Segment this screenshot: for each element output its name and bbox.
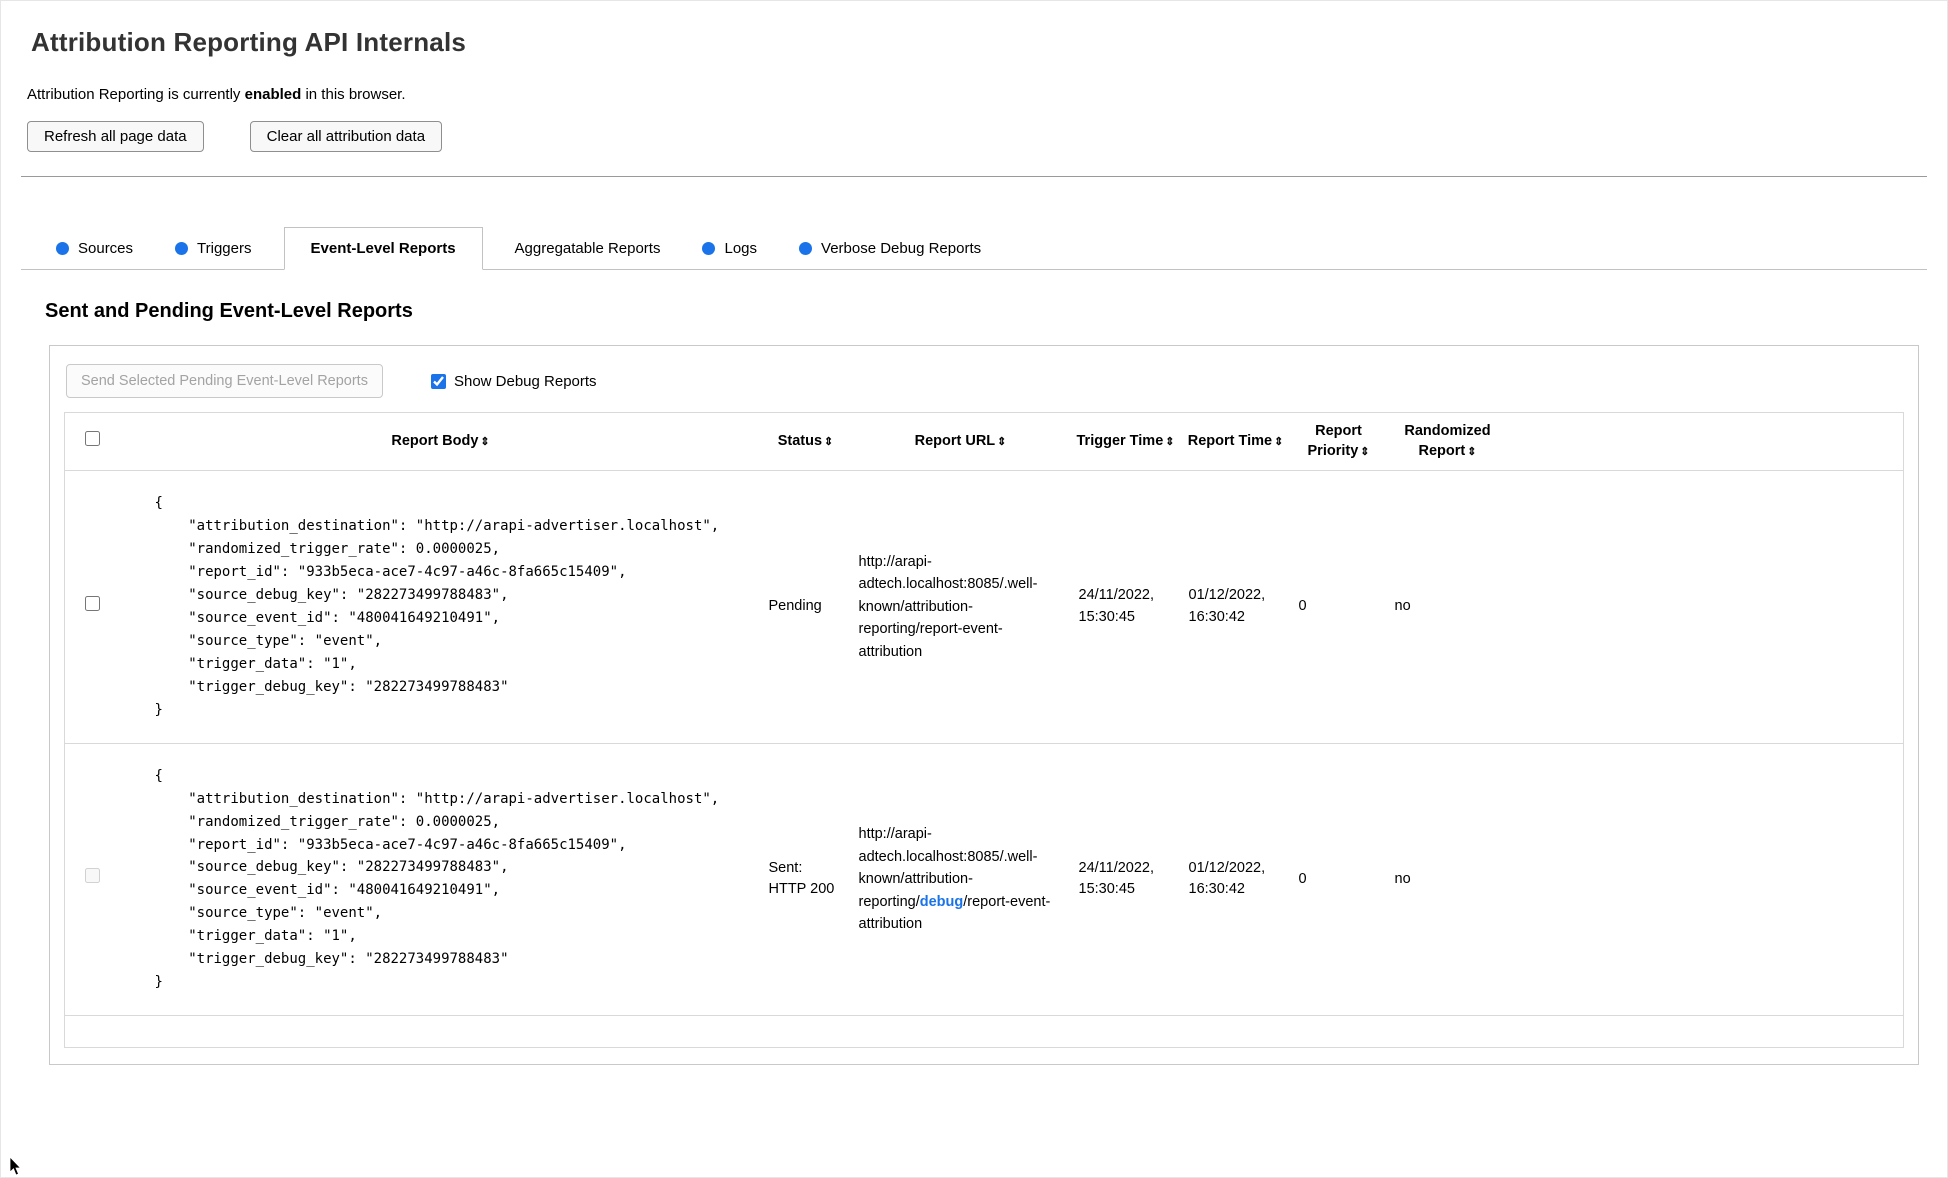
- tab-event-level-reports[interactable]: Event-Level Reports: [283, 227, 483, 270]
- col-header-trigger-time[interactable]: Trigger Time ⇕: [1070, 412, 1181, 472]
- report-url-cell: http://arapi-adtech.localhost:8085/.well…: [858, 826, 1051, 933]
- col-header-report-body[interactable]: Report Body ⇕: [120, 412, 761, 472]
- tab-sources-label: Sources: [78, 239, 134, 257]
- sort-icon: ⇕: [824, 435, 834, 448]
- send-selected-reports-button[interactable]: Send Selected Pending Event-Level Report…: [66, 364, 383, 398]
- report-time-cell: 01/12/2022, 16:30:42: [1188, 587, 1266, 625]
- attribution-internals-page: Attribution Reporting API Internals Attr…: [1, 1, 1947, 1066]
- report-body-cell: { "attribution_destination": "http://ara…: [121, 743, 761, 1016]
- status-prefix: Attribution Reporting is currently: [27, 86, 245, 103]
- feature-status-text: Attribution Reporting is currently enabl…: [27, 86, 1927, 103]
- sort-icon: ⇕: [480, 435, 490, 448]
- tab-sources[interactable]: Sources: [46, 227, 143, 269]
- report-url-cell: http://arapi-adtech.localhost:8085/.well…: [858, 553, 1038, 660]
- sort-icon: ⇕: [1360, 445, 1370, 458]
- tab-logs[interactable]: Logs: [692, 227, 767, 269]
- clear-all-button[interactable]: Clear all attribution data: [249, 121, 443, 152]
- table-footer-row: [65, 1016, 1904, 1048]
- row-select-checkbox[interactable]: [85, 595, 101, 611]
- status-enabled: enabled: [244, 86, 302, 103]
- table-footer-spacer: [65, 1016, 1904, 1048]
- tab-verbose-debug-reports[interactable]: Verbose Debug Reports: [789, 227, 991, 269]
- status-cell: Pending: [768, 598, 822, 615]
- show-debug-reports-checkbox[interactable]: [430, 373, 446, 389]
- mouse-cursor-icon: [9, 1157, 22, 1176]
- report-body-json: { "attribution_destination": "http://ara…: [154, 767, 720, 991]
- report-priority-cell: 0: [1298, 598, 1307, 615]
- tab-triggers-label: Triggers: [197, 239, 252, 257]
- table-header-row: Report Body ⇕ Status ⇕ Report URL ⇕ Trigger…: [64, 412, 1904, 472]
- tab-aggregatable-reports-label: Aggregatable Reports: [514, 239, 661, 257]
- select-all-checkbox[interactable]: [85, 430, 101, 446]
- status-suffix: in this browser.: [301, 86, 406, 103]
- col-header-report-url[interactable]: Report URL ⇕: [850, 412, 1071, 472]
- page-divider: [21, 176, 1927, 177]
- spacer-column-header: [1508, 412, 1904, 472]
- spacer-cell: [1509, 743, 1904, 1016]
- trigger-time-cell: 24/11/2022, 15:30:45: [1078, 859, 1155, 898]
- report-body-json: { "attribution_destination": "http://ara…: [154, 495, 720, 718]
- sources-data-dot-icon: [56, 241, 69, 255]
- event-level-reports-table: Report Body ⇕ Status ⇕ Report URL ⇕ Trigger…: [64, 412, 1904, 1049]
- logs-data-dot-icon: [702, 241, 716, 255]
- tab-triggers[interactable]: Triggers: [165, 227, 261, 269]
- top-toolbar: Refresh all page data Clear all attribut…: [27, 121, 1927, 152]
- trigger-time-cell: 24/11/2022, 15:30:45: [1078, 587, 1155, 625]
- sort-icon: ⇕: [1274, 435, 1284, 448]
- report-time-cell: 01/12/2022, 16:30:42: [1188, 859, 1266, 898]
- sort-icon: ⇕: [1467, 445, 1477, 458]
- debug-path-highlight: debug: [919, 893, 964, 910]
- col-header-report-priority[interactable]: Report Priority ⇕: [1290, 412, 1387, 472]
- status-cell: Sent: HTTP 200: [768, 859, 835, 898]
- show-debug-reports-label: Show Debug Reports: [453, 372, 597, 390]
- verbose-data-dot-icon: [799, 241, 813, 255]
- col-header-status[interactable]: Status ⇕: [760, 412, 851, 472]
- randomized-report-cell: no: [1394, 598, 1411, 615]
- tab-verbose-debug-reports-label: Verbose Debug Reports: [821, 239, 982, 257]
- sort-icon: ⇕: [997, 435, 1007, 448]
- report-row-pending: { "attribution_destination": "http://ara…: [64, 471, 1904, 744]
- select-all-header: [64, 412, 121, 472]
- show-debug-reports-toggle[interactable]: Show Debug Reports: [430, 372, 597, 390]
- col-header-randomized-report[interactable]: Randomized Report ⇕: [1386, 412, 1509, 472]
- report-row-sent: { "attribution_destination": "http://ara…: [64, 743, 1904, 1016]
- row-select-checkbox-disabled[interactable]: [85, 868, 101, 884]
- refresh-all-button[interactable]: Refresh all page data: [27, 121, 204, 152]
- report-priority-cell: 0: [1298, 870, 1307, 887]
- triggers-data-dot-icon: [175, 241, 189, 255]
- tab-bar: Sources Triggers Event-Level Reports Agg…: [21, 227, 1927, 270]
- reports-panel: Send Selected Pending Event-Level Report…: [49, 345, 1919, 1066]
- tab-logs-label: Logs: [724, 239, 758, 257]
- sort-icon: ⇕: [1165, 435, 1175, 448]
- row-select-cell: [65, 743, 121, 1016]
- reports-toolbar: Send Selected Pending Event-Level Report…: [66, 364, 1904, 398]
- col-header-report-time[interactable]: Report Time ⇕: [1180, 412, 1291, 472]
- section-heading: Sent and Pending Event-Level Reports: [45, 300, 413, 322]
- randomized-report-cell: no: [1394, 870, 1411, 887]
- tab-aggregatable-reports[interactable]: Aggregatable Reports: [505, 227, 671, 269]
- report-body-cell: { "attribution_destination": "http://ara…: [121, 471, 761, 744]
- page-title: Attribution Reporting API Internals: [31, 27, 467, 57]
- spacer-cell: [1509, 471, 1904, 744]
- row-select-cell: [65, 471, 121, 744]
- tab-event-level-reports-label: Event-Level Reports: [310, 240, 456, 257]
